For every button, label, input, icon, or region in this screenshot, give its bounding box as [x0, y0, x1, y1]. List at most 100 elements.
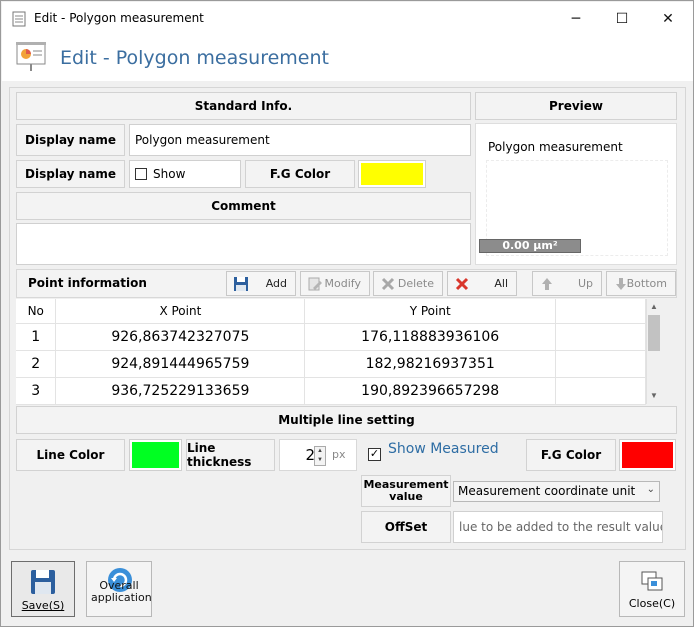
- row-no: 2: [16, 350, 57, 378]
- preview-header: Preview: [475, 92, 677, 120]
- column-y-point: Y Point: [304, 299, 557, 324]
- save-disk-icon: [234, 277, 248, 291]
- delete-all-x-icon: [455, 277, 469, 291]
- title-bar: Edit - Polygon measurement ─ ☐ ✕: [2, 2, 693, 35]
- display-name-input[interactable]: Polygon measurement: [129, 124, 471, 156]
- close-label: Close(C): [628, 597, 676, 610]
- row-y: 182,98216937351: [304, 350, 557, 378]
- scroll-down-icon[interactable]: ▼: [648, 391, 660, 400]
- scroll-up-icon[interactable]: ▲: [648, 302, 660, 311]
- table-row[interactable]: 3 936,725229133659 190,892396657298: [16, 377, 646, 405]
- table-header-row: No X Point Y Point: [16, 299, 646, 324]
- line-color-picker[interactable]: [129, 439, 182, 471]
- edit-icon: [308, 277, 322, 291]
- thickness-stepper[interactable]: 2 ▲ ▼ px: [279, 439, 357, 471]
- row-y: 176,118883936106: [304, 323, 557, 351]
- row-empty: [555, 377, 646, 405]
- minimize-button[interactable]: ─: [553, 3, 599, 35]
- show-checkbox-field[interactable]: Show: [129, 160, 241, 188]
- column-empty: [555, 299, 646, 324]
- close-icon: ✕: [662, 11, 674, 27]
- line-fg-color-label: F.G Color: [526, 439, 616, 471]
- delete-point-button[interactable]: Delete: [373, 271, 443, 296]
- standard-info-header: Standard Info.: [16, 92, 471, 120]
- row-y: 190,892396657298: [304, 377, 557, 405]
- comment-header: Comment: [16, 192, 471, 220]
- line-fg-color-swatch: [622, 442, 673, 468]
- save-button[interactable]: Save(S): [11, 561, 75, 617]
- modify-label: Modify: [324, 277, 361, 290]
- fg-color-picker[interactable]: [358, 160, 426, 188]
- delete-x-icon: [381, 277, 395, 291]
- table-row[interactable]: 2 924,891444965759 182,98216937351: [16, 350, 646, 378]
- close-window-icon: [641, 571, 663, 591]
- offset-label: OffSet: [361, 511, 451, 543]
- add-point-button[interactable]: Add: [226, 271, 296, 296]
- all-label: All: [494, 277, 508, 290]
- line-color-swatch: [132, 442, 179, 468]
- line-setting-header: Multiple line setting: [16, 406, 677, 434]
- save-disk-icon: [31, 570, 55, 594]
- measurement-value-selected: Measurement coordinate unit: [458, 484, 636, 498]
- maximize-icon: ☐: [615, 11, 629, 27]
- preview-name: Polygon measurement: [488, 140, 623, 154]
- arrow-up-icon: [542, 278, 552, 290]
- dialog-window: Edit - Polygon measurement ─ ☐ ✕ Edit - …: [0, 0, 694, 627]
- line-fg-color-picker[interactable]: [619, 439, 676, 471]
- line-color-label: Line Color: [16, 439, 125, 471]
- move-up-button[interactable]: Up: [532, 271, 602, 296]
- minimize-icon: ─: [571, 11, 581, 27]
- fg-color-label: F.G Color: [245, 160, 355, 188]
- chevron-down-icon[interactable]: ⌄: [647, 484, 655, 495]
- add-label: Add: [265, 277, 287, 290]
- up-label: Up: [577, 277, 593, 290]
- delete-all-button[interactable]: All: [447, 271, 517, 296]
- overall-application-label: Overall application: [91, 579, 152, 604]
- delete-label: Delete: [397, 277, 434, 290]
- document-icon: [12, 11, 26, 27]
- point-info-title: Point information: [28, 276, 147, 290]
- row-x: 936,725229133659: [55, 377, 306, 405]
- dialog-header: Edit - Polygon measurement: [2, 35, 693, 81]
- modify-point-button[interactable]: Modify: [300, 271, 370, 296]
- row-x: 924,891444965759: [55, 350, 306, 378]
- scroll-thumb[interactable]: [648, 315, 660, 351]
- show-measured-checkbox[interactable]: ✓: [368, 448, 381, 461]
- column-x-point: X Point: [55, 299, 306, 324]
- display-name-label: Display name: [16, 124, 125, 156]
- close-button[interactable]: Close(C): [619, 561, 685, 617]
- save-label: Save(S): [21, 599, 65, 612]
- show-checkbox[interactable]: [135, 168, 147, 180]
- row-no: 3: [16, 377, 57, 405]
- spinner-icon[interactable]: ▲ ▼: [314, 446, 326, 466]
- show-measured-label: Show Measured: [388, 441, 499, 457]
- presentation-icon: [16, 42, 46, 71]
- close-window-button[interactable]: ✕: [645, 3, 691, 35]
- line-thickness-label: Line thickness: [186, 439, 275, 471]
- points-table: No X Point Y Point 1 926,863742327075 17…: [16, 299, 646, 405]
- show-label: Show: [153, 167, 186, 181]
- measurement-value-select[interactable]: Measurement coordinate unit ⌄: [453, 481, 660, 502]
- measurement-value-label: Measurement value: [361, 475, 451, 507]
- page-title: Edit - Polygon measurement: [60, 47, 329, 69]
- row-x: 926,863742327075: [55, 323, 306, 351]
- table-scrollbar[interactable]: ▲ ▼: [646, 299, 660, 404]
- column-no: No: [16, 299, 57, 324]
- footer-bar: Save(S) Overall application Close(C): [2, 554, 693, 626]
- overall-application-button[interactable]: Overall application: [86, 561, 152, 617]
- display-name-label-2: Display name: [16, 160, 125, 188]
- row-empty: [555, 350, 646, 378]
- fg-color-swatch: [361, 163, 423, 185]
- move-bottom-button[interactable]: Bottom: [606, 271, 676, 296]
- table-row[interactable]: 1 926,863742327075 176,118883936106: [16, 323, 646, 351]
- offset-input[interactable]: lue to be added to the result value): [453, 511, 663, 543]
- comment-input[interactable]: [16, 223, 471, 265]
- row-no: 1: [16, 323, 57, 351]
- bottom-label: Bottom: [626, 277, 667, 290]
- arrow-down-icon: [616, 278, 626, 290]
- preview-area: Polygon measurement 0.00 µm²: [475, 123, 677, 265]
- window-title: Edit - Polygon measurement: [34, 11, 204, 25]
- thickness-unit: px: [332, 448, 346, 461]
- maximize-button[interactable]: ☐: [599, 3, 645, 35]
- preview-value-badge: 0.00 µm²: [479, 239, 581, 253]
